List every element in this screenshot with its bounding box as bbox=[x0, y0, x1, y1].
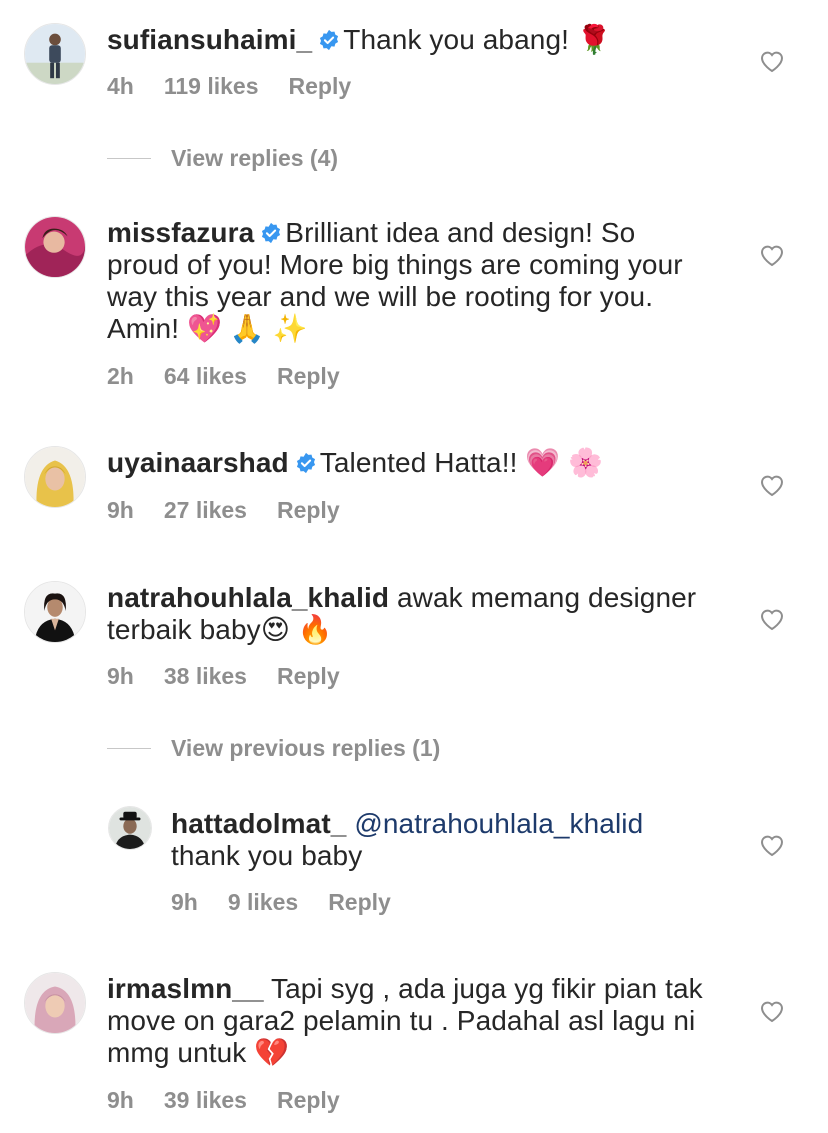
reply-button[interactable]: Reply bbox=[277, 1087, 340, 1113]
like-heart-icon[interactable] bbox=[759, 833, 785, 857]
reply-button[interactable]: Reply bbox=[277, 497, 340, 523]
woman-hijab-pink-avatar-icon bbox=[25, 973, 85, 1033]
comment-meta: 2h 64 likes Reply bbox=[107, 363, 370, 390]
comment-line: Talented Hatta!! 💗 🌸 bbox=[319, 447, 604, 478]
divider-line bbox=[107, 158, 151, 159]
comment-line: Amin! 💖 🙏 ✨ bbox=[107, 313, 308, 344]
woman-black-suit-avatar-icon bbox=[25, 582, 85, 642]
reply-button[interactable]: Reply bbox=[277, 363, 340, 389]
timestamp: 2h bbox=[107, 363, 134, 389]
comment-line: awak memang designer bbox=[396, 582, 697, 613]
reply-button[interactable]: Reply bbox=[277, 663, 340, 689]
comment-meta: 9h 39 likes Reply bbox=[107, 1087, 370, 1114]
timestamp: 9h bbox=[171, 889, 198, 915]
comment-line: Brilliant idea and design! So bbox=[285, 217, 636, 248]
avatar[interactable] bbox=[24, 446, 86, 508]
woman-hijab-yellow-avatar-icon bbox=[25, 447, 85, 507]
woman-pink-avatar-icon bbox=[25, 217, 85, 277]
comment-line: move on gara2 pelamin tu . Padahal asl l… bbox=[107, 1005, 696, 1036]
username[interactable]: hattadolmat_ bbox=[171, 808, 346, 839]
comment-text: hattadolmat_ @natrahouhlala_khalid thank… bbox=[171, 808, 643, 872]
verified-badge-icon bbox=[260, 219, 282, 244]
comment-line: way this year and we will be rooting for… bbox=[107, 281, 654, 312]
timestamp: 9h bbox=[107, 1087, 134, 1113]
like-heart-icon[interactable] bbox=[759, 999, 785, 1023]
like-heart-icon[interactable] bbox=[759, 243, 785, 267]
timestamp: 9h bbox=[107, 663, 134, 689]
avatar[interactable] bbox=[24, 23, 86, 85]
likes-count[interactable]: 9 likes bbox=[228, 889, 298, 915]
verified-badge-icon bbox=[318, 26, 340, 51]
divider-line bbox=[107, 748, 151, 749]
likes-count[interactable]: 39 likes bbox=[164, 1087, 247, 1113]
comment-meta: 9h 38 likes Reply bbox=[107, 663, 370, 690]
comment-meta: 9h 27 likes Reply bbox=[107, 497, 370, 524]
view-replies-button[interactable]: View replies (4) bbox=[171, 145, 338, 172]
comment-line: Thank you abang! 🌹 bbox=[343, 24, 612, 55]
avatar[interactable] bbox=[24, 972, 86, 1034]
comment-text: uyainaarshad Talented Hatta!! 💗 🌸 bbox=[107, 447, 603, 479]
timestamp: 4h bbox=[107, 73, 134, 99]
username[interactable]: natrahouhlala_khalid bbox=[107, 582, 389, 613]
likes-count[interactable]: 119 likes bbox=[164, 73, 259, 99]
reply-button[interactable]: Reply bbox=[289, 73, 352, 99]
avatar[interactable] bbox=[108, 806, 152, 850]
comment-text: missfazura Brilliant idea and design! So … bbox=[107, 217, 683, 345]
man-standing-avatar-icon bbox=[25, 24, 85, 84]
username[interactable]: uyainaarshad bbox=[107, 447, 289, 478]
mention-link[interactable]: @natrahouhlala_khalid bbox=[354, 808, 643, 839]
comment-line: terbaik baby😍 🔥 bbox=[107, 614, 333, 645]
comment-text: irmaslmn__ Tapi syg , ada juga yg fikir … bbox=[107, 973, 703, 1069]
comment-meta: 4h 119 likes Reply bbox=[107, 73, 381, 100]
man-hat-avatar-icon bbox=[109, 807, 151, 849]
comment-meta: 9h 9 likes Reply bbox=[171, 889, 421, 916]
verified-badge-icon bbox=[295, 449, 317, 474]
like-heart-icon[interactable] bbox=[759, 607, 785, 631]
comment-line: mmg untuk 💔 bbox=[107, 1037, 290, 1068]
username[interactable]: sufiansuhaimi_ bbox=[107, 24, 312, 55]
likes-count[interactable]: 64 likes bbox=[164, 363, 247, 389]
comment-line: proud of you! More big things are coming… bbox=[107, 249, 683, 280]
comment-text: natrahouhlala_khalid awak memang designe… bbox=[107, 582, 696, 646]
comment-line: thank you baby bbox=[171, 840, 363, 871]
avatar[interactable] bbox=[24, 216, 86, 278]
view-previous-replies-button[interactable]: View previous replies (1) bbox=[171, 735, 440, 762]
comment-text: sufiansuhaimi_ Thank you abang! 🌹 bbox=[107, 24, 612, 56]
reply-button[interactable]: Reply bbox=[328, 889, 391, 915]
comment-line: Tapi syg , ada juga yg fikir pian tak bbox=[271, 973, 703, 1004]
timestamp: 9h bbox=[107, 497, 134, 523]
likes-count[interactable]: 27 likes bbox=[164, 497, 247, 523]
username[interactable]: missfazura bbox=[107, 217, 254, 248]
avatar[interactable] bbox=[24, 581, 86, 643]
like-heart-icon[interactable] bbox=[759, 473, 785, 497]
likes-count[interactable]: 38 likes bbox=[164, 663, 247, 689]
like-heart-icon[interactable] bbox=[759, 49, 785, 73]
username[interactable]: irmaslmn__ bbox=[107, 973, 264, 1004]
